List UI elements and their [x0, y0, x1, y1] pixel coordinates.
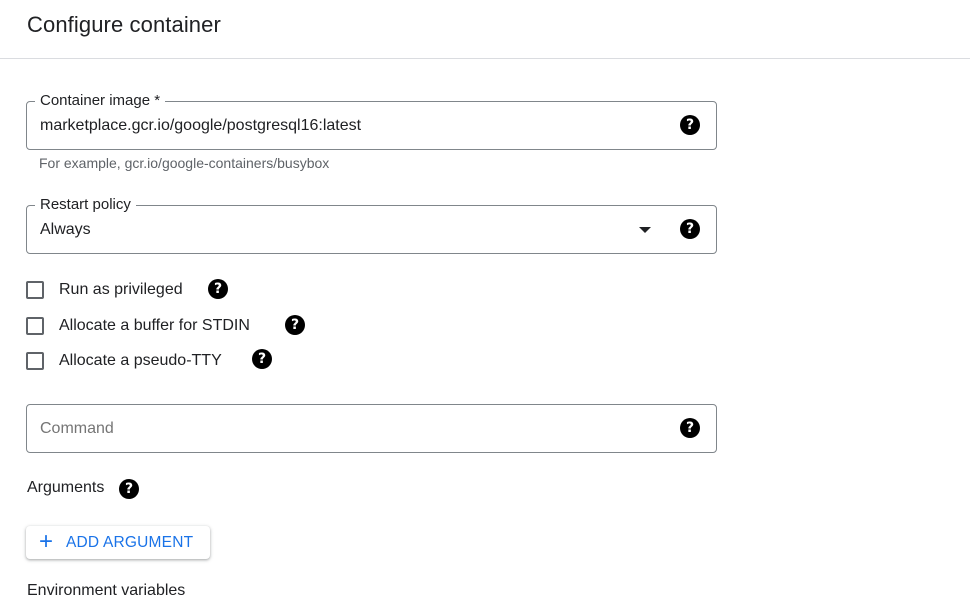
privileged-checkbox[interactable] — [26, 281, 44, 299]
help-circle-icon[interactable]: ? — [208, 279, 228, 299]
restart-policy-value[interactable]: Always — [40, 219, 91, 241]
tty-checkbox[interactable] — [26, 352, 44, 370]
page-title: Configure container — [27, 12, 221, 37]
arguments-title: Arguments — [27, 479, 105, 496]
help-circle-icon[interactable]: ? — [680, 219, 700, 239]
command-input[interactable]: Command — [40, 418, 114, 440]
help-circle-icon[interactable]: ? — [252, 349, 272, 369]
plus-icon: + — [39, 528, 54, 555]
help-circle-icon[interactable]: ? — [285, 315, 305, 335]
environment-variables-title: Environment variables — [27, 582, 186, 599]
help-circle-icon[interactable]: ? — [680, 418, 700, 438]
container-image-label: Container image * — [35, 91, 166, 111]
dialog-header: Configure container — [0, 0, 970, 59]
add-argument-button[interactable]: + ADD ARGUMENT — [26, 526, 210, 559]
add-argument-label: ADD ARGUMENT — [66, 534, 194, 551]
container-image-input[interactable]: marketplace.gcr.io/google/postgresql16:l… — [40, 115, 361, 137]
container-image-field[interactable]: Container image * marketplace.gcr.io/goo… — [26, 91, 717, 150]
tty-checkbox-label: Allocate a pseudo-TTY — [59, 352, 222, 369]
help-circle-icon[interactable]: ? — [680, 115, 700, 135]
restart-policy-select[interactable]: Restart policy Always ? — [26, 195, 717, 254]
privileged-checkbox-label: Run as privileged — [59, 281, 183, 298]
restart-policy-label: Restart policy — [35, 195, 136, 215]
arrow-drop-down-icon[interactable] — [639, 227, 651, 233]
stdin-checkbox[interactable] — [26, 317, 44, 335]
container-image-hint: For example, gcr.io/google-containers/bu… — [39, 155, 330, 171]
stdin-checkbox-label: Allocate a buffer for STDIN — [59, 317, 250, 334]
help-circle-icon[interactable]: ? — [119, 479, 139, 499]
command-field[interactable]: Command ? — [26, 404, 717, 453]
